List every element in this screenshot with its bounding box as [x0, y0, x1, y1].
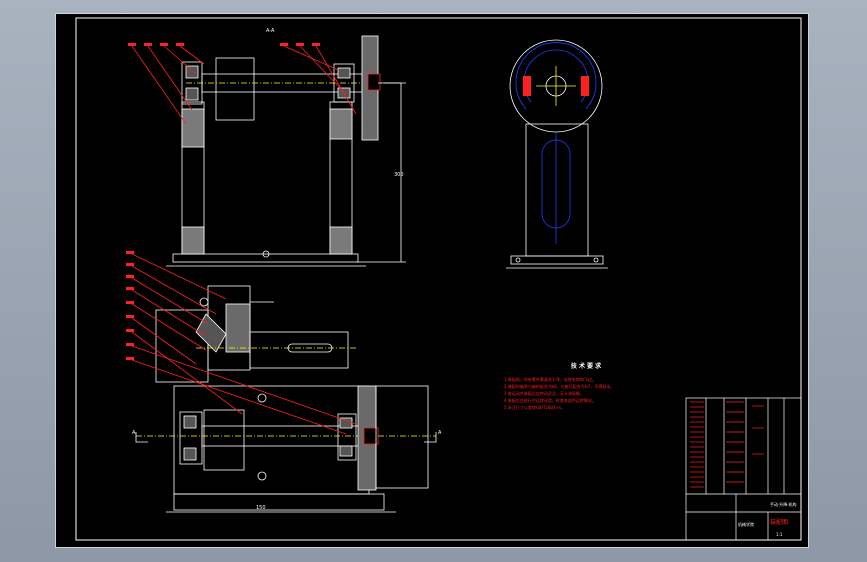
view-label: A-A: [266, 28, 275, 34]
tech-req-item-1: 1.装配前，所有零件需清洗干净，去除毛刺和飞边。: [504, 376, 596, 382]
width-dim: 150: [256, 505, 266, 511]
tech-req-item-4: 4.装配后应进行空运转试验，检查各部件运转情况。: [504, 397, 596, 403]
drawing-type: 装配图: [770, 518, 788, 526]
cad-drawing-canvas: A-A 300 150 A A 技 术 要 求 1.装配前，所有零件需清洗干净，…: [75, 17, 802, 541]
title-block: 手动·升降·机构 装配图 机械学院 1:1: [685, 397, 802, 541]
section-mark-left: A: [132, 430, 136, 436]
drawing-sheet[interactable]: A-A 300 150 A A 技 术 要 求 1.装配前，所有零件需清洗干净，…: [55, 13, 809, 548]
scale: 1:1: [776, 532, 783, 537]
side-view: [506, 39, 608, 269]
tech-requirements: 技 术 要 求 1.装配前，所有零件需清洗干净，去除毛刺和飞边。 2.装配时轴承…: [504, 362, 614, 410]
tech-req-item-3: 3.各运动件装配后应转动灵活，无卡滞现象。: [504, 390, 584, 396]
front-view: A-A 300: [128, 28, 406, 267]
section-view: 150 A A: [126, 251, 442, 513]
drawing-name: 手动·升降·机构: [770, 501, 797, 507]
tech-req-item-2: 2.装配时轴承与轴的配合为k6，与座孔配合为H7，不得敲击。: [504, 383, 614, 389]
height-dim: 300: [394, 172, 404, 178]
school-name: 机械学院: [738, 521, 754, 527]
tech-req-title: 技 术 要 求: [571, 362, 602, 370]
section-mark-right: A: [438, 430, 442, 436]
tech-req-item-5: 5.未注尺寸公差按GB/T1804-m。: [504, 404, 565, 410]
